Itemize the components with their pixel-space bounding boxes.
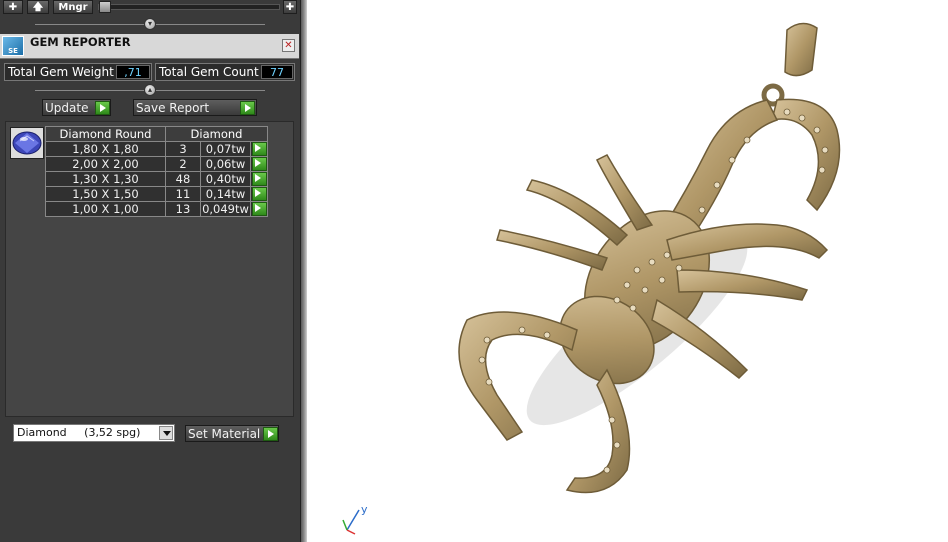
play-icon bbox=[251, 187, 267, 201]
table-row: 1,80 X 1,80 3 0,07tw bbox=[45, 141, 268, 157]
table-row: 1,30 X 1,30 48 0,40tw bbox=[45, 171, 268, 187]
gem-reporter-panel: ✚ 🡅 Mngr ✚ ▾ SE GEM REPORTER ✕ Total Gem… bbox=[0, 0, 301, 542]
column-header: Diamond bbox=[165, 126, 268, 142]
axis-y-label: y bbox=[361, 503, 368, 516]
set-material-label: Set Material bbox=[188, 427, 261, 441]
gem-reporter-logo: SE bbox=[2, 36, 24, 56]
close-icon[interactable]: ✕ bbox=[282, 39, 295, 52]
gem-count: 11 bbox=[165, 186, 201, 202]
collapse-knob[interactable]: ▴ bbox=[144, 84, 156, 96]
table-row: 1,00 X 1,00 13 0,049tw bbox=[45, 201, 268, 217]
zoom-slider-thumb[interactable] bbox=[99, 1, 111, 13]
diamond-gem-icon bbox=[10, 127, 44, 159]
gem-size: 1,50 X 1,50 bbox=[45, 186, 166, 202]
gem-reporter-header: SE GEM REPORTER ✕ bbox=[0, 34, 299, 59]
update-button[interactable]: Update bbox=[42, 99, 111, 116]
gem-count: 48 bbox=[165, 171, 201, 187]
save-report-button[interactable]: Save Report bbox=[133, 99, 257, 116]
gem-weight: 0,049tw bbox=[200, 201, 251, 217]
play-icon bbox=[251, 142, 267, 156]
play-icon bbox=[95, 101, 110, 115]
table-row: 2,00 X 2,00 2 0,06tw bbox=[45, 156, 268, 172]
up-button[interactable]: 🡅 bbox=[27, 0, 49, 14]
zoom-slider-track[interactable] bbox=[98, 4, 280, 10]
gem-weight: 0,07tw bbox=[200, 141, 251, 157]
row-select-button[interactable] bbox=[250, 156, 268, 172]
add-button[interactable]: ✚ bbox=[3, 0, 23, 14]
column-header: Diamond Round bbox=[45, 126, 166, 142]
play-icon bbox=[251, 172, 267, 186]
gem-weight: 0,14tw bbox=[200, 186, 251, 202]
panel-title: GEM REPORTER bbox=[30, 35, 131, 49]
row-select-button[interactable] bbox=[250, 201, 268, 217]
scorpion-pendant-model: y bbox=[342, 22, 841, 535]
material-select[interactable]: Diamond (3,52 spg) bbox=[13, 424, 175, 442]
row-select-button[interactable] bbox=[250, 186, 268, 202]
3d-viewport[interactable]: y bbox=[307, 0, 948, 542]
gem-size: 1,80 X 1,80 bbox=[45, 141, 166, 157]
gem-size: 2,00 X 2,00 bbox=[45, 156, 166, 172]
set-material-button[interactable]: Set Material bbox=[185, 425, 279, 442]
play-icon bbox=[263, 427, 278, 441]
total-weight-row: Total Gem Weight ,71 bbox=[4, 63, 152, 81]
play-icon bbox=[240, 101, 255, 115]
gem-count: 13 bbox=[165, 201, 201, 217]
gem-weight: 0,40tw bbox=[200, 171, 251, 187]
gem-size: 1,30 X 1,30 bbox=[45, 171, 166, 187]
play-icon bbox=[251, 202, 267, 216]
table-row: 1,50 X 1,50 11 0,14tw bbox=[45, 186, 268, 202]
expand-button[interactable]: ✚ bbox=[283, 0, 297, 14]
collapse-knob[interactable]: ▾ bbox=[144, 18, 156, 30]
gem-size: 1,00 X 1,00 bbox=[45, 201, 166, 217]
chevron-down-icon[interactable] bbox=[159, 426, 173, 440]
total-count-value: 77 bbox=[261, 65, 293, 79]
total-count-label: Total Gem Count bbox=[159, 65, 259, 79]
row-select-button[interactable] bbox=[250, 171, 268, 187]
gem-weight: 0,06tw bbox=[200, 156, 251, 172]
gem-table: Diamond Round Diamond 1,80 X 1,80 3 0,07… bbox=[45, 126, 268, 217]
total-count-row: Total Gem Count 77 bbox=[155, 63, 295, 81]
row-select-button[interactable] bbox=[250, 141, 268, 157]
total-weight-value: ,71 bbox=[116, 65, 150, 79]
gem-count: 3 bbox=[165, 141, 201, 157]
play-icon bbox=[251, 157, 267, 171]
total-weight-label: Total Gem Weight bbox=[8, 65, 114, 79]
material-select-value: Diamond (3,52 spg) bbox=[17, 426, 141, 439]
axis-gizmo bbox=[342, 509, 360, 535]
mngr-button[interactable]: Mngr bbox=[53, 0, 93, 14]
update-label: Update bbox=[45, 101, 89, 115]
gem-count: 2 bbox=[165, 156, 201, 172]
save-report-label: Save Report bbox=[136, 101, 210, 115]
